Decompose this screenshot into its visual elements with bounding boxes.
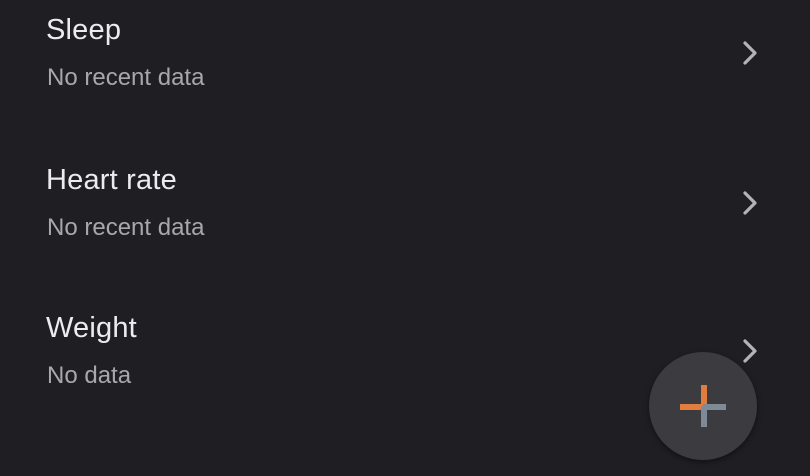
add-button[interactable]	[649, 352, 757, 460]
chevron-right-icon	[738, 38, 762, 68]
metric-row-heart-rate[interactable]: Heart rate No recent data	[0, 142, 810, 282]
metric-status: No recent data	[47, 64, 205, 91]
chevron-right-icon	[738, 336, 762, 366]
metric-row-sleep[interactable]: Sleep No recent data	[0, 0, 810, 132]
metric-title: Weight	[46, 312, 137, 344]
chevron-right-icon	[738, 188, 762, 218]
metric-status: No recent data	[47, 214, 205, 241]
metric-status: No data	[47, 362, 132, 389]
metric-title: Sleep	[46, 14, 122, 46]
add-icon	[679, 382, 727, 430]
metric-title: Heart rate	[46, 164, 177, 196]
